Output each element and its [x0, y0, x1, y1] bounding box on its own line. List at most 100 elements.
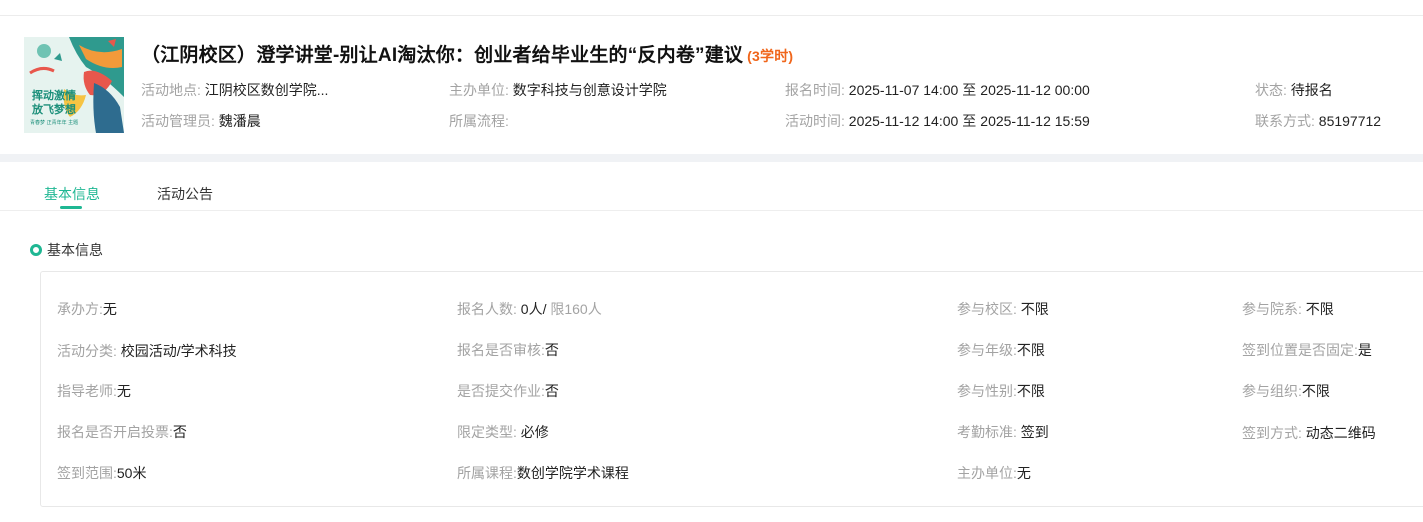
field-campus-label: 参与校区:: [957, 301, 1017, 317]
meta-location-value: 江阴校区数创学院...: [204, 82, 329, 98]
field-enroll-count: 报名人数: 0人/ 限160人: [457, 299, 602, 319]
field-undertaker: 承办方:无: [57, 299, 117, 319]
section-divider: [0, 154, 1423, 162]
field-teacher-value: 无: [116, 383, 131, 399]
field-checkin-method-label: 签到方式:: [1242, 425, 1302, 441]
tab-announcement[interactable]: 活动公告: [157, 184, 213, 204]
meta-contact-value: 85197712: [1318, 113, 1382, 129]
activity-title-text: （江阴校区）澄学讲堂-别让AI淘汰你：创业者给毕业生的“反内卷”建议: [141, 45, 744, 66]
meta-activity-time: 活动时间: 2025-11-12 14:00 至 2025-11-12 15:59: [785, 111, 1090, 131]
field-host: 主办单位:无: [957, 463, 1031, 483]
meta-organizer-label: 主办单位:: [449, 82, 509, 98]
meta-activity-time-label: 活动时间:: [785, 113, 845, 129]
meta-contact-label: 联系方式:: [1255, 113, 1315, 129]
meta-organizer: 主办单位: 数字科技与创意设计学院: [449, 80, 667, 100]
field-department-label: 参与院系:: [1242, 301, 1302, 317]
field-limit-type-label: 限定类型:: [457, 424, 517, 440]
field-org-label: 参与组织:: [1242, 383, 1302, 399]
meta-contact: 联系方式: 85197712: [1255, 111, 1381, 131]
poster-slogan-3: 青春梦 正青年年 主题: [30, 120, 79, 126]
field-category-value: 校园活动/学术科技: [120, 343, 237, 359]
meta-status-value: 待报名: [1290, 82, 1333, 98]
meta-process: 所属流程:: [449, 111, 509, 131]
basic-info-panel: [40, 271, 1423, 507]
field-gender-value: 不限: [1016, 383, 1045, 399]
field-category: 活动分类: 校园活动/学术科技: [57, 341, 237, 361]
field-gender-label: 参与性别:: [957, 383, 1017, 399]
active-tab-indicator: [60, 206, 82, 209]
field-grade-label: 参与年级:: [957, 342, 1017, 358]
field-voting-value: 否: [172, 424, 187, 440]
meta-manager: 活动管理员: 魏潘晨: [141, 111, 261, 131]
field-course: 所属课程:数创学院学术课程: [457, 463, 629, 483]
field-checkin-range-value: 50米: [116, 465, 147, 481]
activity-title: （江阴校区）澄学讲堂-别让AI淘汰你：创业者给毕业生的“反内卷”建议 (3学时): [141, 40, 793, 67]
meta-activity-time-sep: 至: [962, 113, 977, 129]
field-checkin-range-label: 签到范围:: [57, 465, 117, 481]
field-fixed-location: 签到位置是否固定:是: [1242, 340, 1372, 360]
field-homework-value: 否: [544, 383, 559, 399]
field-homework: 是否提交作业:否: [457, 381, 559, 401]
field-course-label: 所属课程:: [457, 465, 517, 481]
field-checkin-method: 签到方式: 动态二维码: [1242, 423, 1376, 443]
bullet-circle-icon: [30, 244, 42, 256]
field-attendance-value: 签到: [1020, 424, 1049, 440]
meta-status-label: 状态:: [1255, 82, 1287, 98]
field-teacher: 指导老师:无: [57, 381, 131, 401]
field-fixed-location-value: 是: [1357, 342, 1372, 358]
field-attendance: 考勤标准: 签到: [957, 422, 1049, 442]
field-undertaker-value: 无: [102, 301, 117, 317]
field-enroll-limit: 限160人: [550, 301, 602, 317]
field-voting: 报名是否开启投票:否: [57, 422, 187, 442]
field-department: 参与院系: 不限: [1242, 299, 1334, 319]
tab-bar: 基本信息 活动公告: [0, 162, 1423, 211]
meta-signup-time-end: 2025-11-12 00:00: [980, 82, 1090, 98]
field-course-value: 数创学院学术课程: [516, 465, 629, 481]
meta-signup-time-sep: 至: [962, 82, 977, 98]
field-review-value: 否: [544, 342, 559, 358]
section-heading-text: 基本信息: [47, 242, 103, 258]
meta-process-label: 所属流程:: [449, 113, 509, 129]
field-enroll-count-label: 报名人数:: [457, 301, 517, 317]
field-campus-value: 不限: [1020, 301, 1049, 317]
field-voting-label: 报名是否开启投票:: [57, 424, 173, 440]
meta-activity-time-end: 2025-11-12 15:59: [980, 113, 1090, 129]
meta-location-label: 活动地点:: [141, 82, 201, 98]
field-review-label: 报名是否审核:: [457, 342, 545, 358]
meta-location: 活动地点: 江阴校区数创学院...: [141, 80, 328, 100]
field-grade-value: 不限: [1016, 342, 1045, 358]
meta-manager-value: 魏潘晨: [218, 113, 261, 129]
field-undertaker-label: 承办方:: [57, 301, 103, 317]
meta-signup-time: 报名时间: 2025-11-07 14:00 至 2025-11-12 00:00: [785, 80, 1090, 100]
field-org: 参与组织:不限: [1242, 381, 1330, 401]
field-grade: 参与年级:不限: [957, 340, 1045, 360]
credit-hours-badge: (3学时): [747, 48, 794, 64]
meta-organizer-value: 数字科技与创意设计学院: [512, 82, 667, 98]
field-campus: 参与校区: 不限: [957, 299, 1049, 319]
field-review: 报名是否审核:否: [457, 340, 559, 360]
field-limit-type-value: 必修: [520, 424, 549, 440]
field-checkin-method-value: 动态二维码: [1305, 425, 1376, 441]
meta-manager-label: 活动管理员:: [141, 113, 215, 129]
activity-poster-image: 挥动激情 放飞梦想 青春梦 正青年年 主题: [24, 37, 124, 133]
field-fixed-location-label: 签到位置是否固定:: [1242, 342, 1358, 358]
field-teacher-label: 指导老师:: [57, 383, 117, 399]
field-department-value: 不限: [1305, 301, 1334, 317]
tab-basic-info[interactable]: 基本信息: [44, 184, 100, 204]
field-gender: 参与性别:不限: [957, 381, 1045, 401]
poster-slogan-2: 放飞梦想: [32, 103, 76, 116]
field-limit-type: 限定类型: 必修: [457, 422, 549, 442]
meta-signup-time-label: 报名时间:: [785, 82, 845, 98]
field-attendance-label: 考勤标准:: [957, 424, 1017, 440]
field-category-label: 活动分类:: [57, 343, 117, 359]
meta-activity-time-start: 2025-11-12 14:00: [848, 113, 959, 129]
section-heading: 基本信息: [30, 240, 103, 260]
field-enroll-count-value: 0人/: [520, 301, 547, 317]
field-checkin-range: 签到范围:50米: [57, 463, 146, 483]
field-org-value: 不限: [1301, 383, 1330, 399]
field-host-label: 主办单位:: [957, 465, 1017, 481]
meta-status: 状态: 待报名: [1255, 80, 1333, 100]
activity-header: 挥动激情 放飞梦想 青春梦 正青年年 主题 （江阴校区）澄学讲堂-别让AI淘汰你…: [0, 16, 1423, 154]
meta-signup-time-start: 2025-11-07 14:00: [848, 82, 959, 98]
field-homework-label: 是否提交作业:: [457, 383, 545, 399]
